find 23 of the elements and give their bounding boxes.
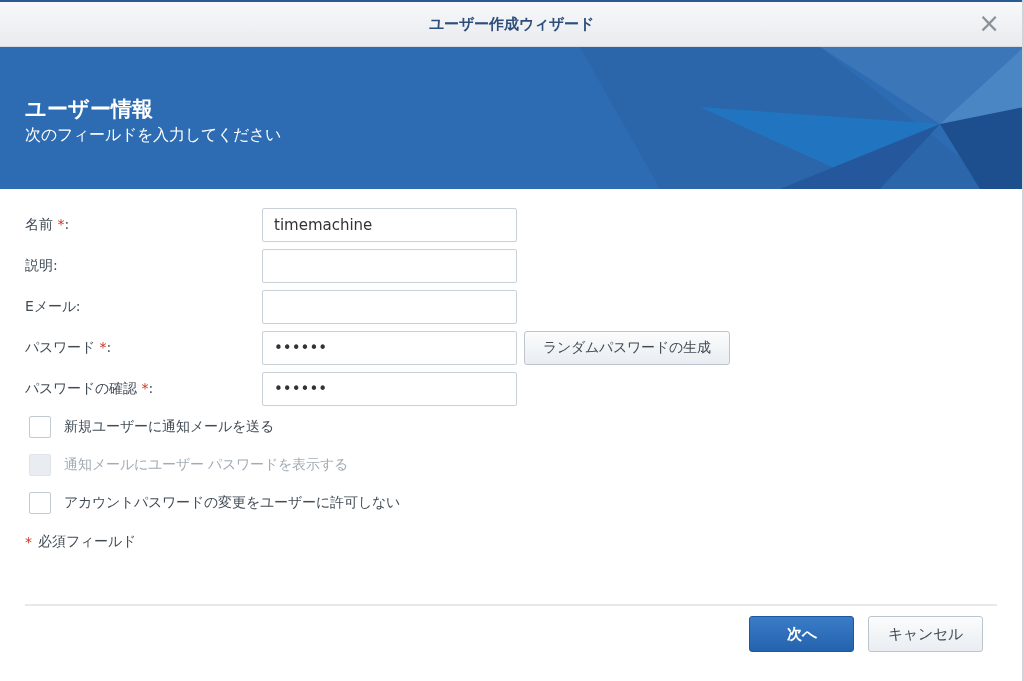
input-field[interactable]: •••••• (262, 372, 517, 406)
checkbox[interactable] (29, 416, 51, 438)
section-title: ユーザー情報 (25, 96, 154, 123)
cancel-button[interactable]: キャンセル (868, 616, 983, 652)
field-label: 名前 *: (25, 216, 71, 234)
field-label: パスワードの確認 *: (25, 380, 155, 398)
next-button[interactable]: 次へ (749, 616, 854, 652)
checkbox-label: アカウントパスワードの変更をユーザーに許可しない (64, 494, 400, 512)
field-label: Eメール: (25, 298, 82, 316)
field-label: 説明: (25, 257, 59, 275)
required-mark: * (25, 534, 32, 550)
checkbox[interactable] (29, 492, 51, 514)
required-note: 必須フィールド (38, 533, 136, 551)
input-field[interactable] (262, 249, 517, 283)
field-label: パスワード *: (25, 339, 113, 357)
input-field[interactable] (262, 290, 517, 324)
generate-password-button[interactable]: ランダムパスワードの生成 (524, 331, 730, 365)
input-field[interactable]: timemachine (262, 208, 517, 242)
checkbox-label: 新規ユーザーに通知メールを送る (64, 418, 274, 436)
section-subtitle: 次のフィールドを入力してください (25, 125, 282, 146)
input-field[interactable]: •••••• (262, 331, 517, 365)
window-title: ユーザー作成ウィザード (428, 14, 594, 34)
checkbox-label: 通知メールにユーザー パスワードを表示する (64, 456, 349, 474)
